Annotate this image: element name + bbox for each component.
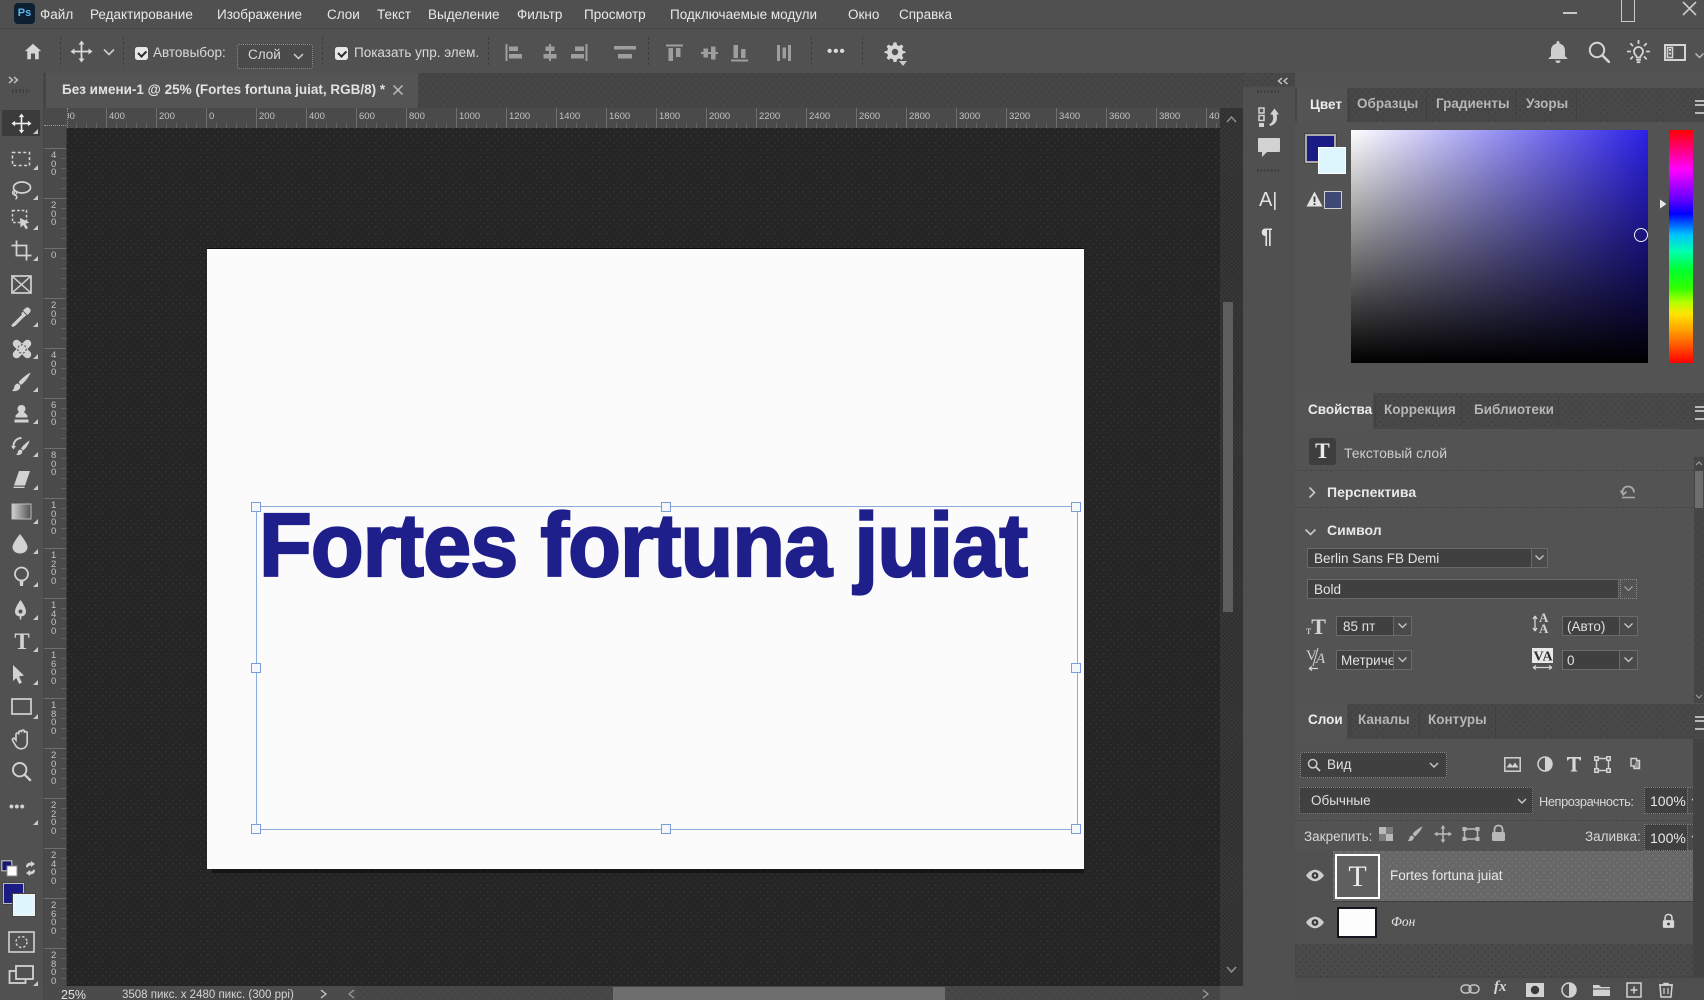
svg-text:A: A (1543, 650, 1554, 665)
svg-text:A: A (1539, 621, 1549, 635)
